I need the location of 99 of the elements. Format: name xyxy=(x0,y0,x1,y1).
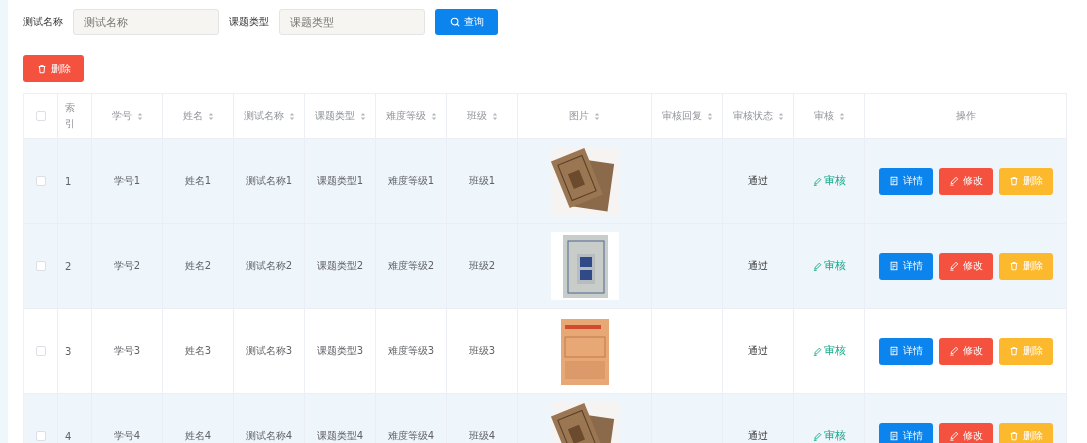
table-cell: 1 xyxy=(65,175,72,187)
edit-button[interactable]: 修改 xyxy=(938,422,993,443)
remove-button[interactable]: 删除 xyxy=(998,422,1053,443)
row-checkbox[interactable] xyxy=(35,346,46,356)
status-text: 通过 xyxy=(748,429,768,443)
detail-button[interactable]: 详情 xyxy=(878,252,933,280)
row-checkbox[interactable] xyxy=(35,261,46,271)
trash-icon xyxy=(1008,176,1019,186)
column-header: 审核回复 xyxy=(661,109,702,123)
pencil-icon xyxy=(948,176,959,186)
select-all-checkbox[interactable] xyxy=(35,111,46,121)
column-header: 难度等级 xyxy=(385,109,426,123)
column-header: 学号 xyxy=(111,109,132,123)
sort-icon[interactable] xyxy=(777,111,784,121)
table-cell: 班级3 xyxy=(468,344,496,358)
table-cell: 难度等级3 xyxy=(387,344,435,358)
pencil-icon xyxy=(812,176,822,186)
column-header: 测试名称 xyxy=(243,109,284,123)
pencil-icon xyxy=(812,346,822,356)
document-icon xyxy=(888,346,899,356)
edit-button[interactable]: 修改 xyxy=(938,337,993,365)
trash-icon xyxy=(1008,431,1019,441)
trash-icon xyxy=(1008,346,1019,356)
remove-button[interactable]: 删除 xyxy=(998,337,1053,365)
table-cell: 班级4 xyxy=(468,429,496,443)
detail-button[interactable]: 详情 xyxy=(878,422,933,443)
detail-button[interactable]: 详情 xyxy=(878,337,933,365)
sort-icon[interactable] xyxy=(594,111,600,121)
remove-button[interactable]: 删除 xyxy=(998,252,1053,280)
table-cell: 学号1 xyxy=(113,174,141,188)
row-checkbox[interactable] xyxy=(35,431,46,441)
sort-icon[interactable] xyxy=(288,111,295,121)
column-header: 图片 xyxy=(569,109,589,123)
edit-button[interactable]: 修改 xyxy=(938,167,993,195)
delete-button[interactable]: 删除 xyxy=(23,55,84,82)
search-icon xyxy=(449,17,460,27)
table-cell: 姓名4 xyxy=(184,429,212,443)
sort-icon[interactable] xyxy=(430,111,437,121)
column-header: 课题类型 xyxy=(314,109,355,123)
pencil-icon xyxy=(948,261,959,271)
table-cell: 姓名2 xyxy=(184,259,212,273)
table-cell: 测试名称1 xyxy=(245,174,293,188)
document-icon xyxy=(888,261,899,271)
sort-icon[interactable] xyxy=(706,111,713,121)
trash-icon xyxy=(36,63,47,74)
trash-icon xyxy=(1008,261,1019,271)
column-header: 审核状态 xyxy=(732,109,773,123)
pencil-icon xyxy=(948,431,959,441)
column-header: 班级 xyxy=(466,109,487,123)
sort-icon[interactable] xyxy=(136,111,143,121)
table-cell: 4 xyxy=(65,430,72,442)
review-link[interactable]: 审核 xyxy=(812,259,846,273)
table-cell: 测试名称3 xyxy=(245,344,293,358)
status-text: 通过 xyxy=(748,174,768,188)
sort-icon[interactable] xyxy=(207,111,214,121)
sort-icon[interactable] xyxy=(491,111,498,121)
table-cell: 学号4 xyxy=(113,429,141,443)
table-cell: 测试名称2 xyxy=(245,259,293,273)
table-cell: 姓名1 xyxy=(184,174,212,188)
column-header: 姓名 xyxy=(182,109,203,123)
status-text: 通过 xyxy=(748,344,768,358)
column-header: 审核 xyxy=(813,109,834,123)
table-cell: 班级2 xyxy=(468,259,496,273)
table-cell: 课题类型3 xyxy=(316,344,364,358)
table-cell: 课题类型4 xyxy=(316,429,364,443)
search-button[interactable]: 查询 xyxy=(435,9,498,35)
review-link[interactable]: 审核 xyxy=(812,429,846,443)
table-cell: 测试名称4 xyxy=(245,429,293,443)
table-cell: 难度等级4 xyxy=(387,429,435,443)
input-field[interactable]: 课题类型 xyxy=(279,9,425,35)
table-cell: 2 xyxy=(65,260,72,272)
pencil-icon xyxy=(812,431,822,441)
column-header: 索引 xyxy=(65,101,75,131)
row-checkbox[interactable] xyxy=(35,176,46,186)
table-cell: 难度等级1 xyxy=(387,174,435,188)
column-header: 操作 xyxy=(955,109,976,123)
document-icon xyxy=(888,176,899,186)
field-label: 测试名称 xyxy=(23,15,63,29)
edit-button[interactable]: 修改 xyxy=(938,252,993,280)
detail-button[interactable]: 详情 xyxy=(878,167,933,195)
remove-button[interactable]: 删除 xyxy=(998,167,1053,195)
table-cell: 课题类型2 xyxy=(316,259,364,273)
table-cell: 姓名3 xyxy=(184,344,212,358)
review-link[interactable]: 审核 xyxy=(812,174,846,188)
table-cell: 课题类型1 xyxy=(316,174,364,188)
document-icon xyxy=(888,431,899,441)
sort-icon[interactable] xyxy=(838,111,845,121)
pencil-icon xyxy=(948,346,959,356)
table-cell: 班级1 xyxy=(468,174,496,188)
table-cell: 学号3 xyxy=(113,344,141,358)
status-text: 通过 xyxy=(748,259,768,273)
table-cell: 难度等级2 xyxy=(387,259,435,273)
input-field[interactable]: 测试名称 xyxy=(73,9,219,35)
pencil-icon xyxy=(812,261,822,271)
table-cell: 学号2 xyxy=(113,259,141,273)
table-cell: 3 xyxy=(65,345,72,357)
sort-icon[interactable] xyxy=(359,111,366,121)
field-label: 课题类型 xyxy=(229,15,269,29)
review-link[interactable]: 审核 xyxy=(812,344,846,358)
